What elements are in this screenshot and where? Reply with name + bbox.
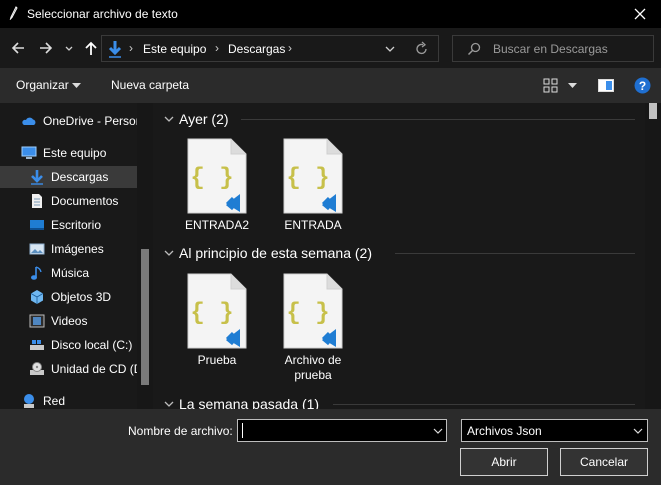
open-button[interactable]: Abrir — [460, 448, 548, 476]
refresh-icon[interactable] — [415, 41, 429, 57]
title-bar: Seleccionar archivo de texto — [0, 0, 661, 28]
help-icon[interactable]: ? — [634, 77, 651, 94]
breadcrumb-separator: › — [129, 41, 133, 55]
address-dropdown-chevron-icon[interactable] — [384, 43, 396, 55]
file-list-scrollbar[interactable] — [645, 103, 661, 409]
close-icon[interactable] — [631, 5, 649, 23]
sidebar-item-musica[interactable]: Música — [0, 262, 137, 284]
local-disk-icon — [30, 340, 44, 350]
json-file-icon: { } — [187, 273, 247, 349]
group-divider — [241, 119, 635, 120]
svg-text:?: ? — [639, 79, 646, 93]
breadcrumb-separator: › — [288, 41, 292, 55]
file-item-entrada[interactable]: { } ENTRADA — [268, 138, 348, 238]
file-list-scrollbar-thumb[interactable] — [649, 103, 657, 119]
text-caret — [242, 423, 243, 438]
chevron-down-icon[interactable] — [633, 426, 643, 436]
json-file-icon: { } — [187, 138, 247, 214]
view-options-dropdown-icon[interactable] — [568, 83, 577, 89]
sidebar-item-descargas[interactable]: Descargas — [0, 166, 137, 188]
sidebar-item-documentos[interactable]: Documentos — [0, 190, 137, 212]
back-arrow-icon[interactable] — [9, 38, 27, 58]
new-folder-button[interactable]: Nueva carpeta — [111, 78, 189, 92]
svg-text:{ }: { } — [286, 300, 329, 327]
file-item-entrada2[interactable]: { } ENTRADA2 — [172, 138, 252, 238]
filename-label: Nombre de archivo: — [128, 424, 233, 438]
address-bar[interactable]: › Este equipo › Descargas › — [101, 35, 439, 62]
file-name: ENTRADA — [284, 218, 342, 232]
forward-arrow-icon[interactable] — [37, 38, 55, 58]
command-toolbar: Organizar Nueva carpeta ? — [0, 68, 661, 103]
cancel-button[interactable]: Cancelar — [560, 448, 648, 476]
desktop-icon — [30, 220, 44, 230]
dialog-footer: Nombre de archivo: Archivos Json Abrir C… — [0, 409, 661, 485]
search-box[interactable]: Buscar en Descargas — [452, 35, 654, 62]
cd-drive-icon — [30, 362, 44, 375]
sidebar-item-escritorio[interactable]: Escritorio — [0, 214, 137, 236]
network-icon — [24, 394, 34, 408]
sidebar-item-disco-local[interactable]: Disco local (C:) — [0, 334, 137, 356]
downloads-icon — [31, 170, 43, 185]
json-file-icon: { } — [283, 138, 343, 214]
sidebar-item-objetos-3d[interactable]: Objetos 3D — [0, 286, 137, 308]
chevron-down-icon[interactable] — [163, 247, 175, 259]
music-icon — [31, 266, 42, 280]
sidebar-item-onedrive[interactable]: OneDrive - Person — [0, 110, 142, 132]
file-name: Archivo de prueba — [284, 353, 342, 382]
documents-icon — [32, 194, 42, 208]
group-header-ayer[interactable]: Ayer (2) — [153, 109, 643, 131]
group-divider — [395, 253, 635, 254]
chevron-down-icon[interactable] — [163, 113, 175, 125]
sidebar-item-videos[interactable]: Videos — [0, 310, 137, 332]
file-name: ENTRADA2 — [184, 218, 249, 232]
navigation-pane: OneDrive - Person Este equipo Descargas … — [0, 103, 153, 409]
organize-dropdown-icon[interactable] — [72, 83, 81, 89]
file-list-area: Ayer (2) { } ENTRADA2 { } ENTRADA Al pri… — [153, 103, 661, 409]
breadcrumb-descargas[interactable]: Descargas — [228, 42, 285, 56]
sidebar-scrollbar-thumb[interactable] — [141, 249, 149, 385]
window-title: Seleccionar archivo de texto — [27, 7, 178, 21]
json-file-icon: { } — [283, 273, 343, 349]
downloads-arrow-icon — [108, 41, 122, 58]
sidebar-item-imagenes[interactable]: Imágenes — [0, 238, 137, 260]
videos-icon — [29, 314, 45, 328]
sidebar-item-este-equipo[interactable]: Este equipo — [0, 142, 137, 164]
group-header-semana-pasada[interactable]: La semana pasada (1) — [153, 394, 643, 409]
filetype-select[interactable]: Archivos Json — [461, 419, 648, 442]
filetype-value: Archivos Json — [467, 424, 542, 438]
organize-menu-button[interactable]: Organizar — [16, 78, 69, 92]
preview-pane-icon[interactable] — [598, 79, 614, 92]
computer-icon — [21, 146, 37, 159]
sidebar-scrollbar[interactable] — [137, 103, 153, 409]
pen-icon — [9, 6, 18, 20]
sidebar-item-unidad-cd[interactable]: Unidad de CD (D: — [0, 358, 146, 380]
breadcrumb-este-equipo[interactable]: Este equipo — [143, 42, 206, 56]
file-name: Prueba — [197, 353, 237, 367]
recent-locations-chevron-icon[interactable] — [63, 38, 75, 58]
svg-text:{ }: { } — [286, 165, 329, 192]
chevron-down-icon[interactable] — [163, 398, 175, 409]
up-arrow-icon[interactable] — [82, 38, 100, 58]
onedrive-icon — [22, 117, 36, 125]
pictures-icon — [29, 243, 45, 255]
svg-text:{ }: { } — [190, 165, 233, 192]
group-header-esta-semana[interactable]: Al principio de esta semana (2) — [153, 243, 643, 265]
breadcrumb-separator: › — [215, 41, 219, 55]
objects3d-icon — [30, 290, 44, 304]
file-item-prueba[interactable]: { } Prueba — [172, 273, 252, 373]
chevron-down-icon[interactable] — [433, 426, 443, 436]
svg-text:{ }: { } — [190, 300, 233, 327]
search-icon — [467, 42, 481, 56]
sidebar-item-red[interactable]: Red — [0, 390, 137, 409]
file-item-archivo-de-prueba[interactable]: { } Archivo de prueba — [268, 273, 348, 382]
search-placeholder: Buscar en Descargas — [493, 42, 608, 56]
filename-input[interactable] — [237, 419, 447, 442]
change-view-icon[interactable] — [543, 78, 558, 93]
group-divider — [333, 404, 635, 405]
